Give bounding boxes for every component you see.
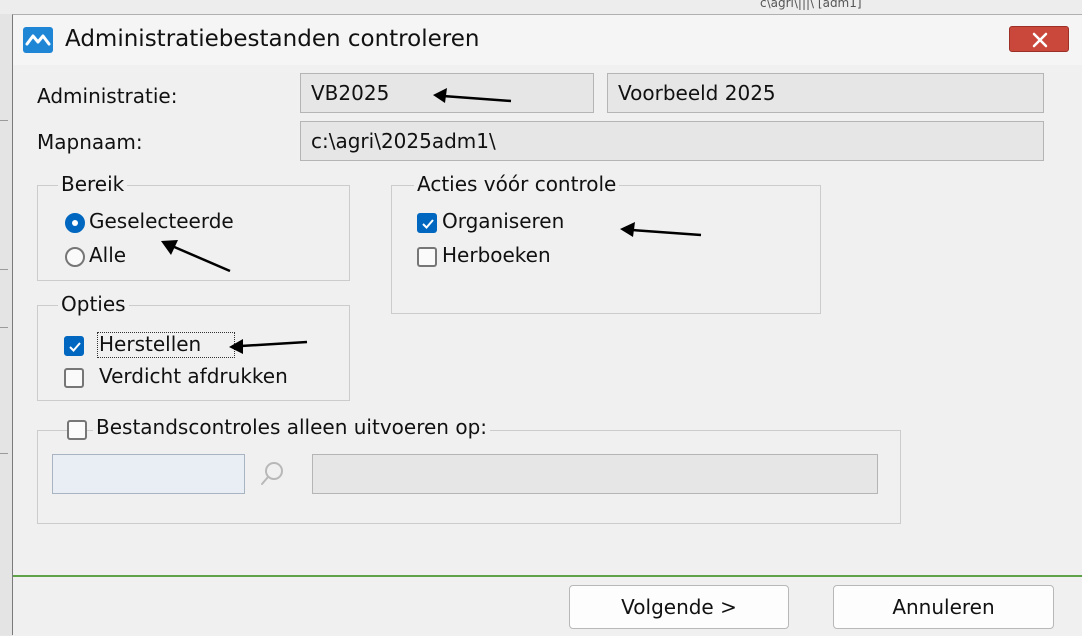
mapnaam-field[interactable]: c:\agri\2025adm1\	[300, 121, 1044, 161]
acties-legend: Acties vóór controle	[414, 172, 620, 196]
background-tick	[0, 120, 8, 121]
close-button[interactable]	[1009, 26, 1069, 52]
annotation-arrow	[229, 339, 308, 354]
bestandscontroles-code-input[interactable]	[52, 454, 245, 494]
checkbox-verdicht-afdrukken-label[interactable]: Verdicht afdrukken	[99, 364, 288, 388]
check-icon	[69, 342, 81, 352]
administratie-label: Administratie:	[37, 84, 178, 108]
radio-alle-label[interactable]: Alle	[89, 243, 126, 267]
checkbox-verdicht-afdrukken[interactable]	[64, 368, 84, 388]
administratie-name-field[interactable]: Voorbeeld 2025	[607, 73, 1044, 113]
next-button[interactable]: Volgende >	[569, 585, 789, 629]
focus-indicator	[97, 332, 235, 358]
cancel-button[interactable]: Annuleren	[833, 585, 1054, 629]
background-left-edge	[0, 14, 12, 635]
radio-alle[interactable]	[65, 247, 85, 267]
radio-geselecteerde-label[interactable]: Geselecteerde	[89, 209, 234, 233]
acties-group: Acties vóór controle Organiseren Herboek…	[391, 172, 821, 314]
background-app-strip: c\agri\|||\ [adm1]	[0, 0, 1082, 14]
background-tick	[0, 269, 8, 270]
checkbox-organiseren[interactable]	[417, 213, 437, 233]
checkbox-organiseren-label[interactable]: Organiseren	[442, 209, 564, 233]
annotation-arrow	[433, 88, 512, 103]
bestandscontroles-label[interactable]: Bestandscontroles alleen uitvoeren op:	[93, 415, 490, 439]
checkbox-herboeken[interactable]	[417, 247, 437, 267]
title-bar[interactable]: Administratiebestanden controleren	[13, 15, 1082, 65]
mapnaam-label: Mapnaam:	[37, 130, 143, 154]
dialog-title: Administratiebestanden controleren	[65, 26, 480, 52]
checkbox-herboeken-label[interactable]: Herboeken	[442, 243, 551, 267]
search-icon[interactable]	[258, 460, 286, 488]
background-tick	[0, 453, 8, 454]
annotation-arrow	[161, 240, 231, 273]
annotation-arrow	[620, 222, 702, 237]
app-logo-icon	[23, 27, 53, 53]
checkbox-bestandscontroles[interactable]	[67, 420, 87, 440]
background-path-text: c\agri\|||\ [adm1]	[760, 0, 862, 10]
dialog-window: Administratiebestanden controleren Admin…	[12, 14, 1082, 636]
bestandscontroles-description-field[interactable]	[312, 454, 878, 494]
radio-geselecteerde[interactable]	[65, 213, 85, 233]
dialog-footer: Volgende > Annuleren	[13, 577, 1082, 636]
background-tick	[0, 327, 8, 328]
checkbox-herstellen[interactable]	[64, 336, 84, 356]
bereik-legend: Bereik	[58, 172, 128, 196]
opties-legend: Opties	[58, 292, 129, 316]
check-icon	[422, 219, 434, 229]
close-icon	[1032, 32, 1048, 48]
